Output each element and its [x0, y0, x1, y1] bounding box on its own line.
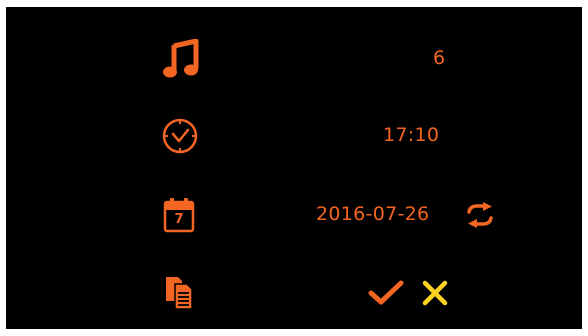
checkmark-icon[interactable] [368, 280, 404, 306]
music-value[interactable]: 6 [433, 47, 445, 69]
clock-icon [162, 118, 198, 154]
calendar-icon: 7 [163, 197, 195, 233]
date-value[interactable]: 2016-07-26 [316, 203, 429, 225]
x-icon[interactable] [422, 280, 448, 306]
music-note-icon [163, 39, 199, 78]
time-value[interactable]: 17:10 [383, 124, 439, 146]
repeat-arrows-icon[interactable] [465, 202, 495, 228]
copy-documents-icon [166, 277, 193, 310]
calendar-day-label: 7 [174, 212, 184, 227]
settings-screen: 6 17:10 7 2016-07-26 [6, 7, 582, 329]
